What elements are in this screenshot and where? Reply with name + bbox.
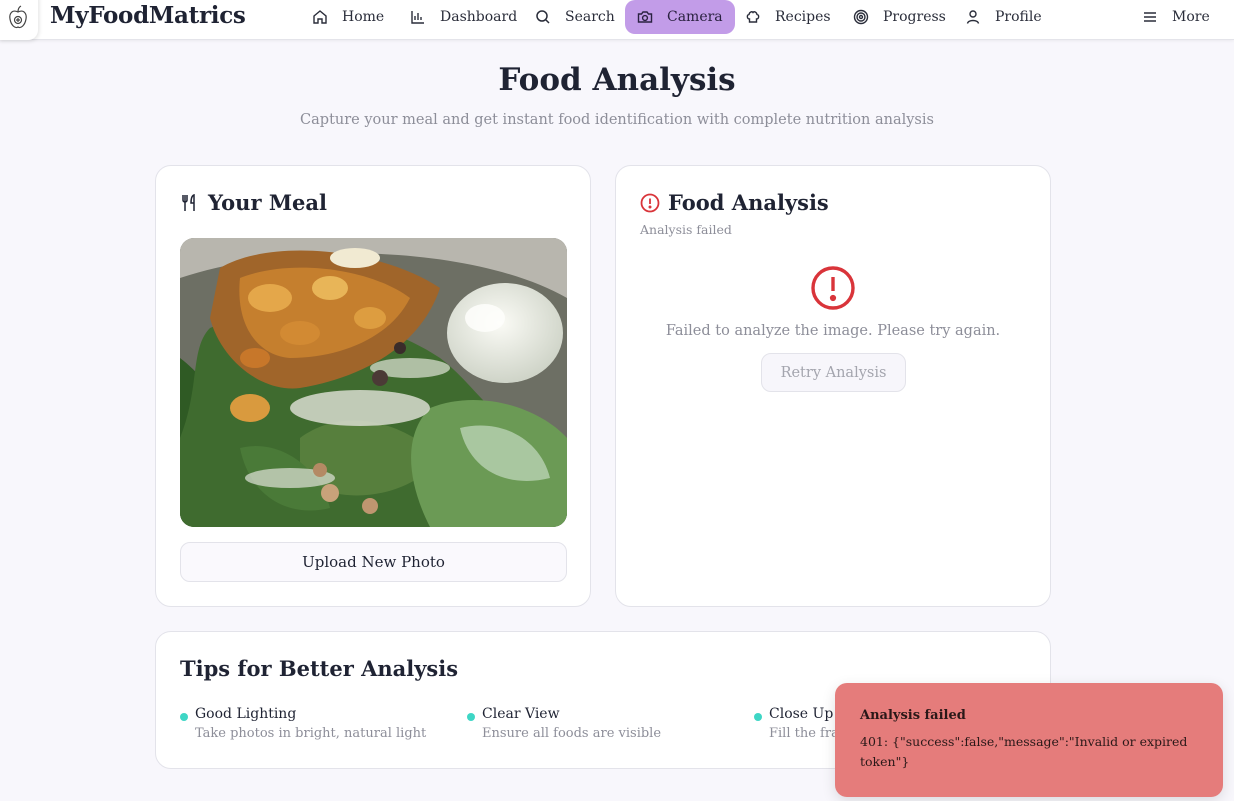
- nav-recipes-label: Recipes: [775, 9, 831, 25]
- nav-home[interactable]: Home: [312, 0, 384, 34]
- tip-dot: [467, 713, 475, 721]
- upload-new-photo-button[interactable]: Upload New Photo: [180, 542, 567, 582]
- bar-chart-icon: [411, 11, 424, 24]
- nav-camera[interactable]: Camera: [625, 0, 735, 34]
- nav-home-label: Home: [342, 9, 385, 25]
- utensils-icon: [182, 193, 195, 211]
- apple-logo-icon: [9, 5, 27, 29]
- top-nav: MyFoodMatrics Home Dashboard Search Came…: [0, 0, 1234, 40]
- tip-title: Close Up: [769, 706, 834, 722]
- analysis-card: Food Analysis Analysis failed Failed to …: [615, 165, 1051, 607]
- page-subtitle: Capture your meal and get instant food i…: [300, 112, 934, 128]
- nav-camera-label: Camera: [667, 9, 723, 25]
- search-icon: [536, 10, 550, 24]
- meal-card-title: Your Meal: [180, 190, 327, 215]
- nav-dashboard-label: Dashboard: [440, 9, 518, 25]
- nav-recipes[interactable]: Recipes: [745, 0, 831, 34]
- food-photo: [180, 238, 567, 527]
- user-icon: [966, 10, 980, 24]
- analysis-status: Analysis failed: [640, 222, 732, 237]
- alert-circle-icon: [640, 193, 660, 212]
- camera-icon: [637, 11, 653, 23]
- tip-title: Clear View: [482, 706, 560, 722]
- toast-title: Analysis failed: [860, 708, 966, 723]
- error-toast[interactable]: Analysis failed 401: {"success":false,"m…: [835, 683, 1223, 797]
- nav-more[interactable]: More: [1142, 0, 1210, 34]
- target-icon: [853, 9, 869, 25]
- food-photo-image: [180, 238, 567, 527]
- toast-message: 401: {"success":false,"message":"Invalid…: [860, 734, 1188, 769]
- nav-search[interactable]: Search: [535, 0, 615, 34]
- nav-progress[interactable]: Progress: [853, 0, 946, 34]
- retry-analysis-button[interactable]: Retry Analysis: [761, 353, 906, 392]
- tip-dot: [754, 713, 762, 721]
- meal-card: Your Meal Upload New Photo: [155, 165, 591, 607]
- nav-profile-label: Profile: [995, 9, 1042, 25]
- logo[interactable]: [0, 0, 38, 40]
- tip-description: Take photos in bright, natural light: [195, 726, 427, 741]
- tip-dot: [180, 713, 188, 721]
- nav-search-label: Search: [565, 9, 615, 25]
- meal-card-title-text: Your Meal: [208, 190, 328, 215]
- analysis-card-title: Food Analysis: [640, 190, 829, 215]
- error-icon: [811, 266, 855, 310]
- chef-hat-icon: [746, 11, 760, 23]
- brand-name[interactable]: MyFoodMatrics: [50, 2, 246, 29]
- menu-icon: [1144, 12, 1156, 22]
- tip-description: Ensure all foods are visible: [482, 726, 662, 741]
- error-message: Failed to analyze the image. Please try …: [665, 323, 1001, 339]
- nav-more-label: More: [1172, 9, 1210, 25]
- nav-profile[interactable]: Profile: [965, 0, 1042, 34]
- page-title: Food Analysis: [498, 62, 736, 98]
- home-icon: [313, 10, 327, 24]
- nav-progress-label: Progress: [883, 9, 946, 25]
- nav-dashboard[interactable]: Dashboard: [410, 0, 517, 34]
- tips-title: Tips for Better Analysis: [180, 656, 459, 681]
- tip-title: Good Lighting: [195, 706, 297, 722]
- analysis-card-title-text: Food Analysis: [668, 190, 829, 215]
